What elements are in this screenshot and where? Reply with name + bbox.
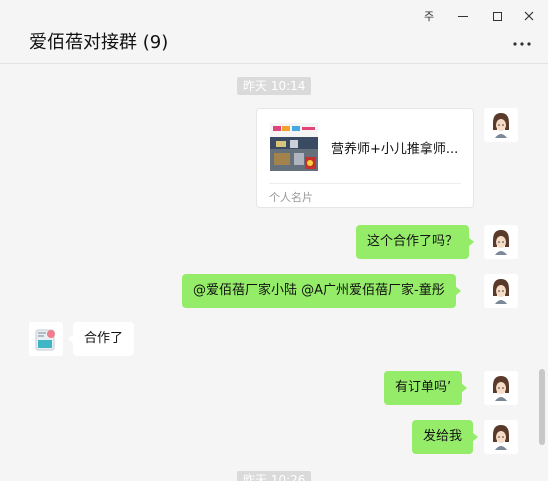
close-icon[interactable]: [518, 6, 540, 26]
my-avatar[interactable]: [484, 420, 518, 454]
message-bubble[interactable]: 这个合作了吗？: [356, 225, 475, 259]
pin-icon[interactable]: 주: [418, 6, 440, 26]
my-avatar[interactable]: [484, 371, 518, 405]
my-avatar[interactable]: [484, 108, 518, 142]
chat-header: 주 爱佰蓓对接群 (9): [0, 0, 548, 64]
contact-avatar[interactable]: [29, 322, 63, 356]
my-avatar[interactable]: [484, 225, 518, 259]
timestamp: 昨天 10:14: [237, 77, 312, 95]
contact-card[interactable]: 营养师+小儿推拿师... 个人名片: [256, 108, 474, 208]
card-type-label: 个人名片: [269, 191, 313, 204]
more-icon[interactable]: [512, 38, 532, 47]
my-avatar[interactable]: [484, 274, 518, 308]
scrollbar[interactable]: [539, 369, 545, 445]
message-list[interactable]: 昨天 10:14 营养师+小儿推拿师... 个人名片 这个合作了吗？ @爱佰蓓厂…: [0, 65, 548, 481]
chat-title: 爱佰蓓对接群 (9): [29, 32, 169, 53]
maximize-icon[interactable]: [486, 6, 508, 26]
card-thumbnail: [270, 123, 318, 171]
message-bubble[interactable]: 合作了: [67, 322, 135, 356]
timestamp: 昨天 10:26: [237, 471, 312, 481]
minimize-icon[interactable]: [452, 6, 474, 26]
card-divider: [269, 183, 461, 184]
card-name: 营养师+小儿推拿师...: [331, 142, 459, 157]
message-bubble[interactable]: @爱佰蓓厂家小陆 @A广州爱佰蓓厂家-童彤: [182, 274, 461, 308]
message-bubble[interactable]: 有订单吗’: [384, 371, 468, 405]
message-bubble[interactable]: 发给我: [412, 420, 479, 454]
